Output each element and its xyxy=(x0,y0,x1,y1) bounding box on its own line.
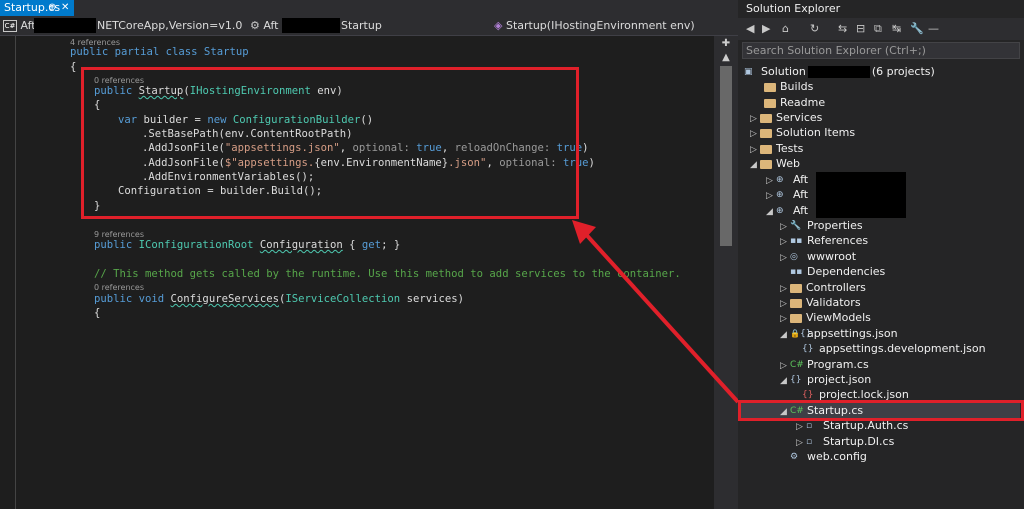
folder-icon xyxy=(764,98,776,108)
solution-explorer: Solution Explorer ◀ ▶ ⌂ ↻ ⇆ ⊟ ⧉ ↹ 🔧 — Se… xyxy=(738,0,1024,509)
csharp-file-icon: ▫ xyxy=(806,436,813,447)
view-icon[interactable]: ↹ xyxy=(892,22,901,35)
highlight-box xyxy=(738,400,1024,421)
folder-icon xyxy=(790,283,802,293)
web-project-icon: ⊕ xyxy=(776,205,784,216)
redacted-block xyxy=(807,66,870,78)
tree-label: Tests xyxy=(776,142,804,155)
json-file-icon: 🔒{} xyxy=(790,329,812,339)
references-icon: ▪▪ xyxy=(790,235,803,246)
tree-label: Aft xyxy=(793,188,809,201)
collapse-arrow-icon[interactable]: ◢ xyxy=(766,205,776,220)
expand-arrow-icon[interactable]: ▷ xyxy=(796,420,806,435)
solution-icon: ▣ xyxy=(744,66,753,77)
tree-item-web-config[interactable]: ⚙ web.config xyxy=(790,449,867,464)
folder-icon xyxy=(760,128,772,138)
back-icon[interactable]: ◀ xyxy=(746,22,754,35)
tree-label: wwwroot xyxy=(807,250,857,263)
tree-label: Solution xyxy=(761,65,806,78)
tree-item-solution[interactable]: ▣ Solution (6 projects) xyxy=(744,64,935,79)
tree-item-project[interactable]: ▷ ⊕ Aft xyxy=(766,187,808,202)
tree-label: Controllers xyxy=(806,281,866,294)
tree-label: Readme xyxy=(780,96,826,109)
tree-label: Dependencies xyxy=(807,265,886,278)
collapse-icon[interactable]: ⊟ xyxy=(856,22,865,35)
tree-label: Services xyxy=(776,111,823,124)
folder-icon xyxy=(760,144,772,154)
tree-label: Startup.DI.cs xyxy=(823,435,895,448)
collapse-arrow-icon[interactable]: ◢ xyxy=(780,328,790,343)
tree-label: appsettings.json xyxy=(807,327,898,340)
redacted-block xyxy=(816,172,906,218)
tree-label: Properties xyxy=(807,219,863,232)
tree-label: Program.cs xyxy=(807,358,869,371)
tree-item-project[interactable]: ◢ ⊕ Aft xyxy=(766,203,808,218)
forward-icon[interactable]: ▶ xyxy=(762,22,770,35)
expand-arrow-icon[interactable]: ▷ xyxy=(780,251,790,266)
tree-item-project[interactable]: ▷ ⊕ Aft xyxy=(766,172,808,187)
folder-icon xyxy=(790,313,802,323)
json-file-icon: {} xyxy=(802,343,814,354)
expand-arrow-icon[interactable]: ▷ xyxy=(766,189,776,204)
tree-item-web[interactable]: ◢ Web xyxy=(750,156,800,171)
expand-arrow-icon[interactable]: ▷ xyxy=(780,235,790,250)
tree-item-program[interactable]: ▷ C# Program.cs xyxy=(780,357,869,372)
tree-label-suffix: (6 projects) xyxy=(871,65,935,78)
tree-item-solution-items[interactable]: ▷ Solution Items xyxy=(750,125,855,140)
tree-item-readme[interactable]: Readme xyxy=(754,95,825,110)
wrench-icon[interactable]: 🔧 xyxy=(910,22,924,35)
tree-item-startup-di[interactable]: ▷ ▫ Startup.DI.cs xyxy=(796,434,894,449)
tree-item-services[interactable]: ▷ Services xyxy=(750,110,822,125)
tree-label: Aft xyxy=(793,173,809,186)
tree-label: Builds xyxy=(780,80,814,93)
tree-label: Solution Items xyxy=(776,126,856,139)
tree-item-builds[interactable]: Builds xyxy=(754,79,813,94)
sync-icon[interactable]: ⇆ xyxy=(838,22,847,35)
tree-item-wwwroot[interactable]: ▷ ◎ wwwroot xyxy=(780,249,856,264)
show-all-icon[interactable]: ⧉ xyxy=(874,22,882,36)
web-project-icon: ⊕ xyxy=(776,174,784,185)
folder-icon xyxy=(760,159,772,169)
tree-item-dependencies[interactable]: ▪▪ Dependencies xyxy=(790,264,885,279)
dependencies-icon: ▪▪ xyxy=(790,266,803,277)
search-input[interactable]: Search Solution Explorer (Ctrl+;) xyxy=(742,42,1020,59)
json-file-icon: {} xyxy=(790,374,802,385)
folder-icon xyxy=(764,82,776,92)
tree-label: appsettings.development.json xyxy=(819,342,986,355)
tree-label: Aft xyxy=(793,204,809,217)
tree-item-viewmodels[interactable]: ▷ ViewModels xyxy=(780,310,871,325)
tree-item-tests[interactable]: ▷ Tests xyxy=(750,141,803,156)
tree-item-validators[interactable]: ▷ Validators xyxy=(780,295,861,310)
expand-arrow-icon[interactable]: ▷ xyxy=(780,312,790,327)
tree-label: References xyxy=(807,234,869,247)
tree-item-project-json[interactable]: ◢{} project.json xyxy=(780,372,871,387)
web-project-icon: ⊕ xyxy=(776,189,784,200)
tree-label: web.config xyxy=(807,450,867,463)
tree-item-appsettings-dev[interactable]: {} appsettings.development.json xyxy=(802,341,986,356)
collapse-arrow-icon[interactable]: ◢ xyxy=(780,374,790,389)
tree-label: Validators xyxy=(806,296,861,309)
home-icon[interactable]: ⌂ xyxy=(782,22,789,35)
refresh-icon[interactable]: ↻ xyxy=(810,22,819,35)
tree-item-controllers[interactable]: ▷ Controllers xyxy=(780,280,866,295)
collapse-arrow-icon[interactable]: ◢ xyxy=(750,158,760,173)
folder-icon xyxy=(790,298,802,308)
csharp-file-icon: C# xyxy=(790,359,804,370)
solution-toolbar: ◀ ▶ ⌂ ↻ ⇆ ⊟ ⧉ ↹ 🔧 — xyxy=(738,18,1024,40)
tree-item-properties[interactable]: ▷ 🔧 Properties xyxy=(780,218,863,233)
expand-arrow-icon[interactable]: ▷ xyxy=(750,127,760,142)
tree-label: ViewModels xyxy=(806,311,871,324)
tree-item-appsettings[interactable]: ◢ 🔒{}appsettings.json xyxy=(780,326,898,341)
globe-icon: ◎ xyxy=(790,251,798,262)
folder-icon xyxy=(760,113,772,123)
tree-item-references[interactable]: ▷ ▪▪ References xyxy=(780,233,868,248)
tree-label: project.json xyxy=(807,373,872,386)
wrench-icon: 🔧 xyxy=(790,220,802,231)
config-file-icon: ⚙ xyxy=(790,451,799,462)
panel-title: Solution Explorer xyxy=(746,2,841,15)
tree-label: Web xyxy=(776,157,800,170)
minus-icon[interactable]: — xyxy=(928,22,939,35)
